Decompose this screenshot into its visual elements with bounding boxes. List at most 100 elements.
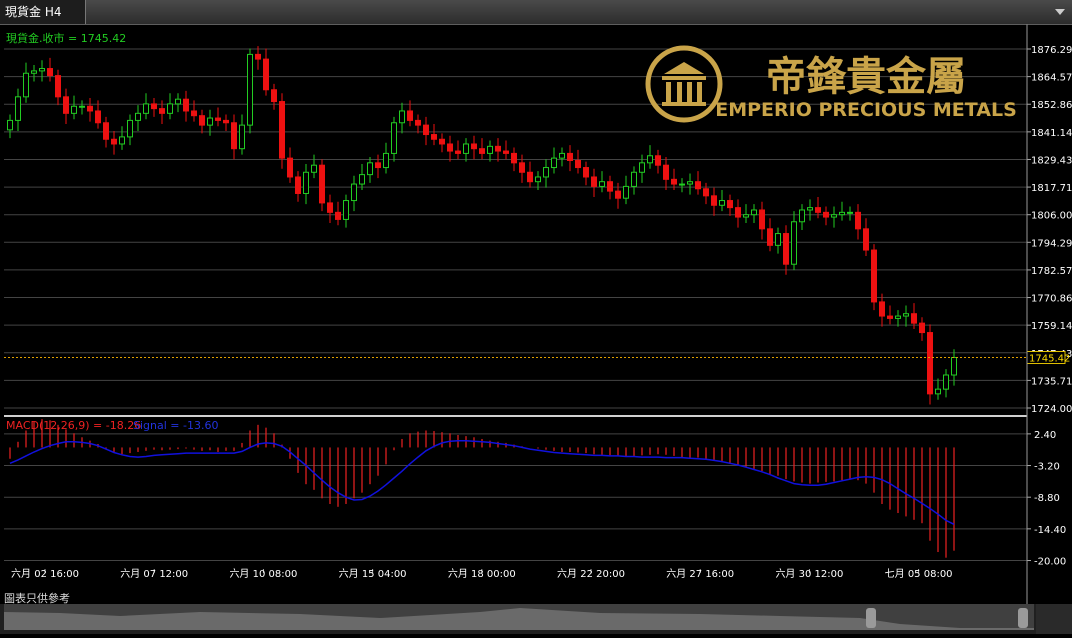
x-tick-label: 六月 07 12:00: [120, 568, 188, 580]
x-tick-label: 六月 02 16:00: [11, 568, 79, 580]
candle: [519, 154, 525, 183]
candle-body: [391, 122, 397, 154]
price-series-label: 現貨金.收市 = 1745.42: [6, 31, 126, 45]
tab-spot-gold-h4[interactable]: 現貨金 H4: [0, 0, 86, 24]
candle: [191, 100, 197, 122]
candle-body: [711, 195, 717, 206]
candle-body: [855, 211, 861, 230]
candle-body: [431, 134, 437, 140]
candle-body: [631, 171, 637, 187]
candle: [319, 159, 325, 212]
candle-body: [447, 143, 453, 152]
candle-body: [127, 119, 133, 138]
candle-body: [783, 233, 789, 265]
candle-body: [687, 181, 693, 185]
candle-body: [255, 53, 261, 60]
candle-body: [191, 110, 197, 117]
candle: [591, 168, 597, 198]
candle-body: [183, 98, 189, 112]
candle-body: [359, 174, 365, 185]
candle: [351, 175, 357, 212]
candle-body: [895, 315, 901, 319]
x-tick-label: 七月 05 08:00: [885, 568, 953, 580]
candle-body: [567, 152, 573, 161]
macd-y-tick-label: 2.40: [1034, 430, 1056, 441]
candle: [575, 149, 581, 174]
signal-label: Signal = -13.60: [133, 419, 218, 432]
x-tick-label: 六月 27 16:00: [666, 568, 734, 580]
candle: [759, 201, 765, 240]
candle: [679, 178, 685, 193]
candle-body: [343, 200, 349, 220]
x-tick-label: 六月 22 20:00: [557, 568, 625, 580]
candle: [223, 114, 229, 132]
candle-body: [735, 207, 741, 218]
logo-chinese-name: 帝鋒貴金屬: [766, 53, 966, 100]
candle-body: [239, 124, 245, 150]
candle: [231, 114, 237, 160]
candle: [447, 135, 453, 162]
candle: [551, 147, 557, 174]
candle: [119, 126, 125, 150]
y-tick-label: 1841.14: [1031, 128, 1072, 139]
x-tick-label: 六月 10 08:00: [229, 568, 297, 580]
collapse-arrow-icon[interactable]: [1054, 6, 1066, 18]
candle: [487, 140, 493, 162]
signal-line: [9, 439, 955, 525]
candle-body: [295, 176, 301, 194]
candle-body: [495, 145, 501, 152]
candle-body: [455, 150, 461, 154]
candle: [655, 149, 661, 174]
candle-body: [519, 162, 525, 173]
candle-body: [639, 162, 645, 173]
candle: [359, 164, 365, 190]
navigator-bar[interactable]: [0, 604, 1072, 634]
candle-body: [367, 162, 373, 176]
candle-body: [7, 119, 13, 131]
brand-logo: [645, 45, 723, 123]
candle: [271, 83, 277, 110]
candle-body: [511, 152, 517, 164]
candle-body: [31, 70, 37, 74]
candle: [263, 48, 269, 96]
candle-body: [887, 315, 893, 319]
candle: [279, 93, 285, 169]
candle-body: [335, 211, 341, 220]
candle: [175, 93, 181, 113]
candle-body: [175, 98, 181, 105]
candle-body: [263, 58, 269, 91]
candle: [111, 131, 117, 155]
macd-axis: 2.40 -3.20 -8.80 -14.40 -20.00: [1027, 430, 1066, 568]
candle-body: [143, 103, 149, 114]
candle: [943, 369, 949, 398]
candle: [567, 145, 573, 172]
candle-body: [111, 138, 117, 145]
candle: [839, 201, 845, 221]
candle: [719, 189, 725, 212]
candle-body: [759, 209, 765, 230]
candle: [743, 204, 749, 223]
candle-body: [647, 155, 653, 164]
y-tick-label: 1759.14: [1031, 321, 1072, 332]
candle: [23, 62, 29, 103]
candle: [543, 159, 549, 188]
candle: [583, 161, 589, 186]
candle: [927, 324, 933, 405]
candle: [791, 211, 797, 271]
candle: [903, 305, 909, 327]
candle: [511, 147, 517, 172]
candle: [775, 227, 781, 254]
candle-body: [95, 110, 101, 124]
candle: [423, 116, 429, 146]
candle: [463, 138, 469, 162]
y-tick-label: 1806.00: [1031, 211, 1072, 222]
candle: [639, 154, 645, 183]
candle-body: [71, 105, 77, 114]
chart-canvas[interactable]: 帝鋒貴金屬 EMPERIO PRECIOUS METALS 現貨金.收市 = 1…: [0, 24, 1072, 604]
candle-body: [471, 143, 477, 150]
candle-body: [807, 207, 813, 211]
candle: [135, 105, 141, 132]
candle-body: [679, 183, 685, 186]
candle-body: [23, 72, 29, 98]
candle-body: [303, 171, 309, 194]
